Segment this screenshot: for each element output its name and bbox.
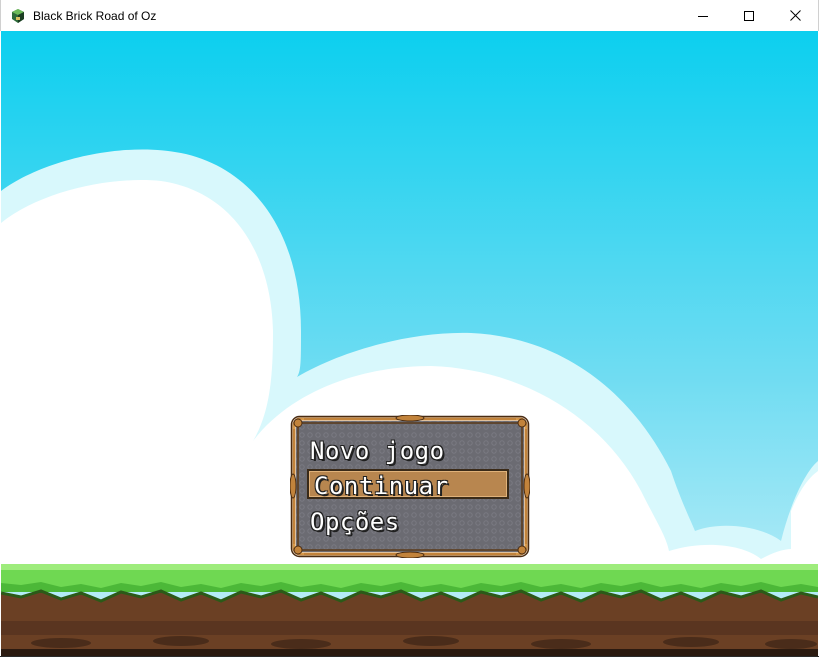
- maximize-button[interactable]: [726, 0, 772, 31]
- window-title: Black Brick Road of Oz: [33, 8, 157, 23]
- title-bar[interactable]: Black Brick Road of Oz: [0, 0, 819, 31]
- minimize-button[interactable]: [680, 0, 726, 31]
- background-scene: [1, 31, 818, 656]
- app-icon: [12, 8, 24, 23]
- close-icon: [789, 10, 801, 21]
- title-menu: Novo jogo Continuar Opções: [290, 415, 530, 558]
- game-canvas[interactable]: Novo jogo Continuar Opções: [1, 31, 818, 656]
- menu-item-new-game[interactable]: Novo jogo: [310, 436, 445, 466]
- close-button[interactable]: [772, 0, 818, 31]
- menu-item-continue[interactable]: Continuar: [307, 469, 509, 500]
- game-window: Black Brick Road of Oz Novo jogo Continu…: [0, 0, 819, 657]
- maximize-icon: [744, 10, 754, 21]
- minimize-icon: [698, 15, 708, 17]
- ground: [1, 564, 818, 656]
- window-controls: [680, 0, 818, 31]
- menu-item-options[interactable]: Opções: [310, 507, 400, 537]
